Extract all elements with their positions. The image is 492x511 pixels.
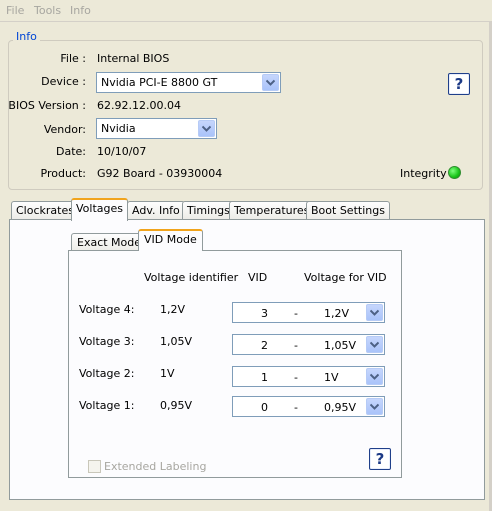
device-select-value: Nvidia PCI-E 8800 GT	[101, 76, 218, 89]
help-icon: ?	[454, 75, 464, 93]
chevron-down-icon[interactable]	[366, 368, 383, 385]
extended-labeling-label: Extended Labeling	[104, 460, 207, 473]
voltage-1-vid: 0	[261, 401, 268, 414]
integrity-indicator-icon	[448, 166, 461, 179]
chevron-down-icon[interactable]	[366, 304, 383, 321]
chevron-down-icon[interactable]	[366, 398, 383, 415]
chevron-down-icon[interactable]	[198, 120, 215, 137]
voltage-3-select[interactable]: 2 - 1,05V	[232, 334, 385, 355]
tab-voltages[interactable]: Voltages	[71, 198, 128, 221]
chevron-down-icon[interactable]	[366, 336, 383, 353]
tab-vid-mode[interactable]: VID Mode	[138, 229, 203, 251]
voltage-3-vid: 2	[261, 339, 268, 352]
vendor-select[interactable]: Nvidia	[96, 118, 217, 139]
voltage-2-separator: -	[294, 371, 298, 384]
date-label: Date:	[56, 145, 86, 158]
voltage-3-identifier: 1,05V	[160, 335, 193, 348]
bios-version-value: 62.92.12.00.04	[97, 99, 181, 112]
tab-boot-settings[interactable]: Boot Settings	[306, 201, 390, 220]
menu-tools[interactable]: Tools	[34, 4, 61, 17]
file-value: Internal BIOS	[97, 52, 170, 65]
vendor-label: Vendor:	[43, 123, 86, 136]
bios-version-label: BIOS Version :	[8, 99, 86, 112]
voltage-1-separator: -	[294, 401, 298, 414]
voltage-2-value: 1V	[324, 371, 339, 384]
menu-bar: File Tools Info	[0, 0, 492, 22]
voltage-4-select[interactable]: 3 - 1,2V	[232, 302, 385, 323]
menu-file[interactable]: File	[6, 4, 24, 17]
voltage-4-label: Voltage 4:	[79, 303, 135, 316]
tab-temperatures[interactable]: Temperatures	[229, 201, 315, 220]
voltage-3-label: Voltage 3:	[79, 335, 135, 348]
voltage-identifier-header: Voltage identifier	[144, 271, 239, 284]
voltage-4-value: 1,2V	[324, 307, 350, 320]
voltage-3-separator: -	[294, 339, 298, 352]
voltage-4-separator: -	[294, 307, 298, 320]
voltages-help-button[interactable]: ?	[369, 448, 391, 470]
chevron-down-icon[interactable]	[262, 74, 279, 91]
vendor-select-value: Nvidia	[101, 122, 136, 135]
tab-clockrates[interactable]: Clockrates	[11, 201, 79, 220]
tab-adv-info[interactable]: Adv. Info	[127, 201, 185, 220]
voltage-2-label: Voltage 2:	[79, 367, 135, 380]
voltage-for-vid-header: Voltage for VID	[304, 271, 387, 284]
voltage-1-label: Voltage 1:	[79, 399, 135, 412]
extended-labeling-checkbox[interactable]	[88, 460, 101, 473]
info-group-title: Info	[13, 30, 40, 43]
voltage-3-value: 1,05V	[324, 339, 357, 352]
voltage-2-select[interactable]: 1 - 1V	[232, 366, 385, 387]
voltage-2-identifier: 1V	[160, 367, 175, 380]
voltage-1-identifier: 0,95V	[160, 399, 193, 412]
vid-mode-panel	[68, 250, 402, 478]
voltage-4-identifier: 1,2V	[160, 303, 186, 316]
help-icon: ?	[375, 450, 385, 468]
date-value: 10/10/07	[97, 145, 147, 158]
file-label: File :	[60, 52, 86, 65]
product-label: Product:	[40, 167, 86, 180]
voltage-4-vid: 3	[261, 307, 268, 320]
device-select[interactable]: Nvidia PCI-E 8800 GT	[96, 72, 281, 93]
vid-header: VID	[248, 271, 268, 284]
tab-timings[interactable]: Timings	[182, 201, 235, 220]
voltage-1-select[interactable]: 0 - 0,95V	[232, 396, 385, 417]
device-label: Device :	[41, 75, 86, 88]
info-help-button[interactable]: ?	[448, 73, 470, 95]
product-value: G92 Board - 03930004	[97, 167, 223, 180]
voltage-2-vid: 1	[261, 371, 268, 384]
integrity-label: Integrity :	[400, 167, 454, 180]
menu-info[interactable]: Info	[70, 4, 91, 17]
voltage-1-value: 0,95V	[324, 401, 357, 414]
